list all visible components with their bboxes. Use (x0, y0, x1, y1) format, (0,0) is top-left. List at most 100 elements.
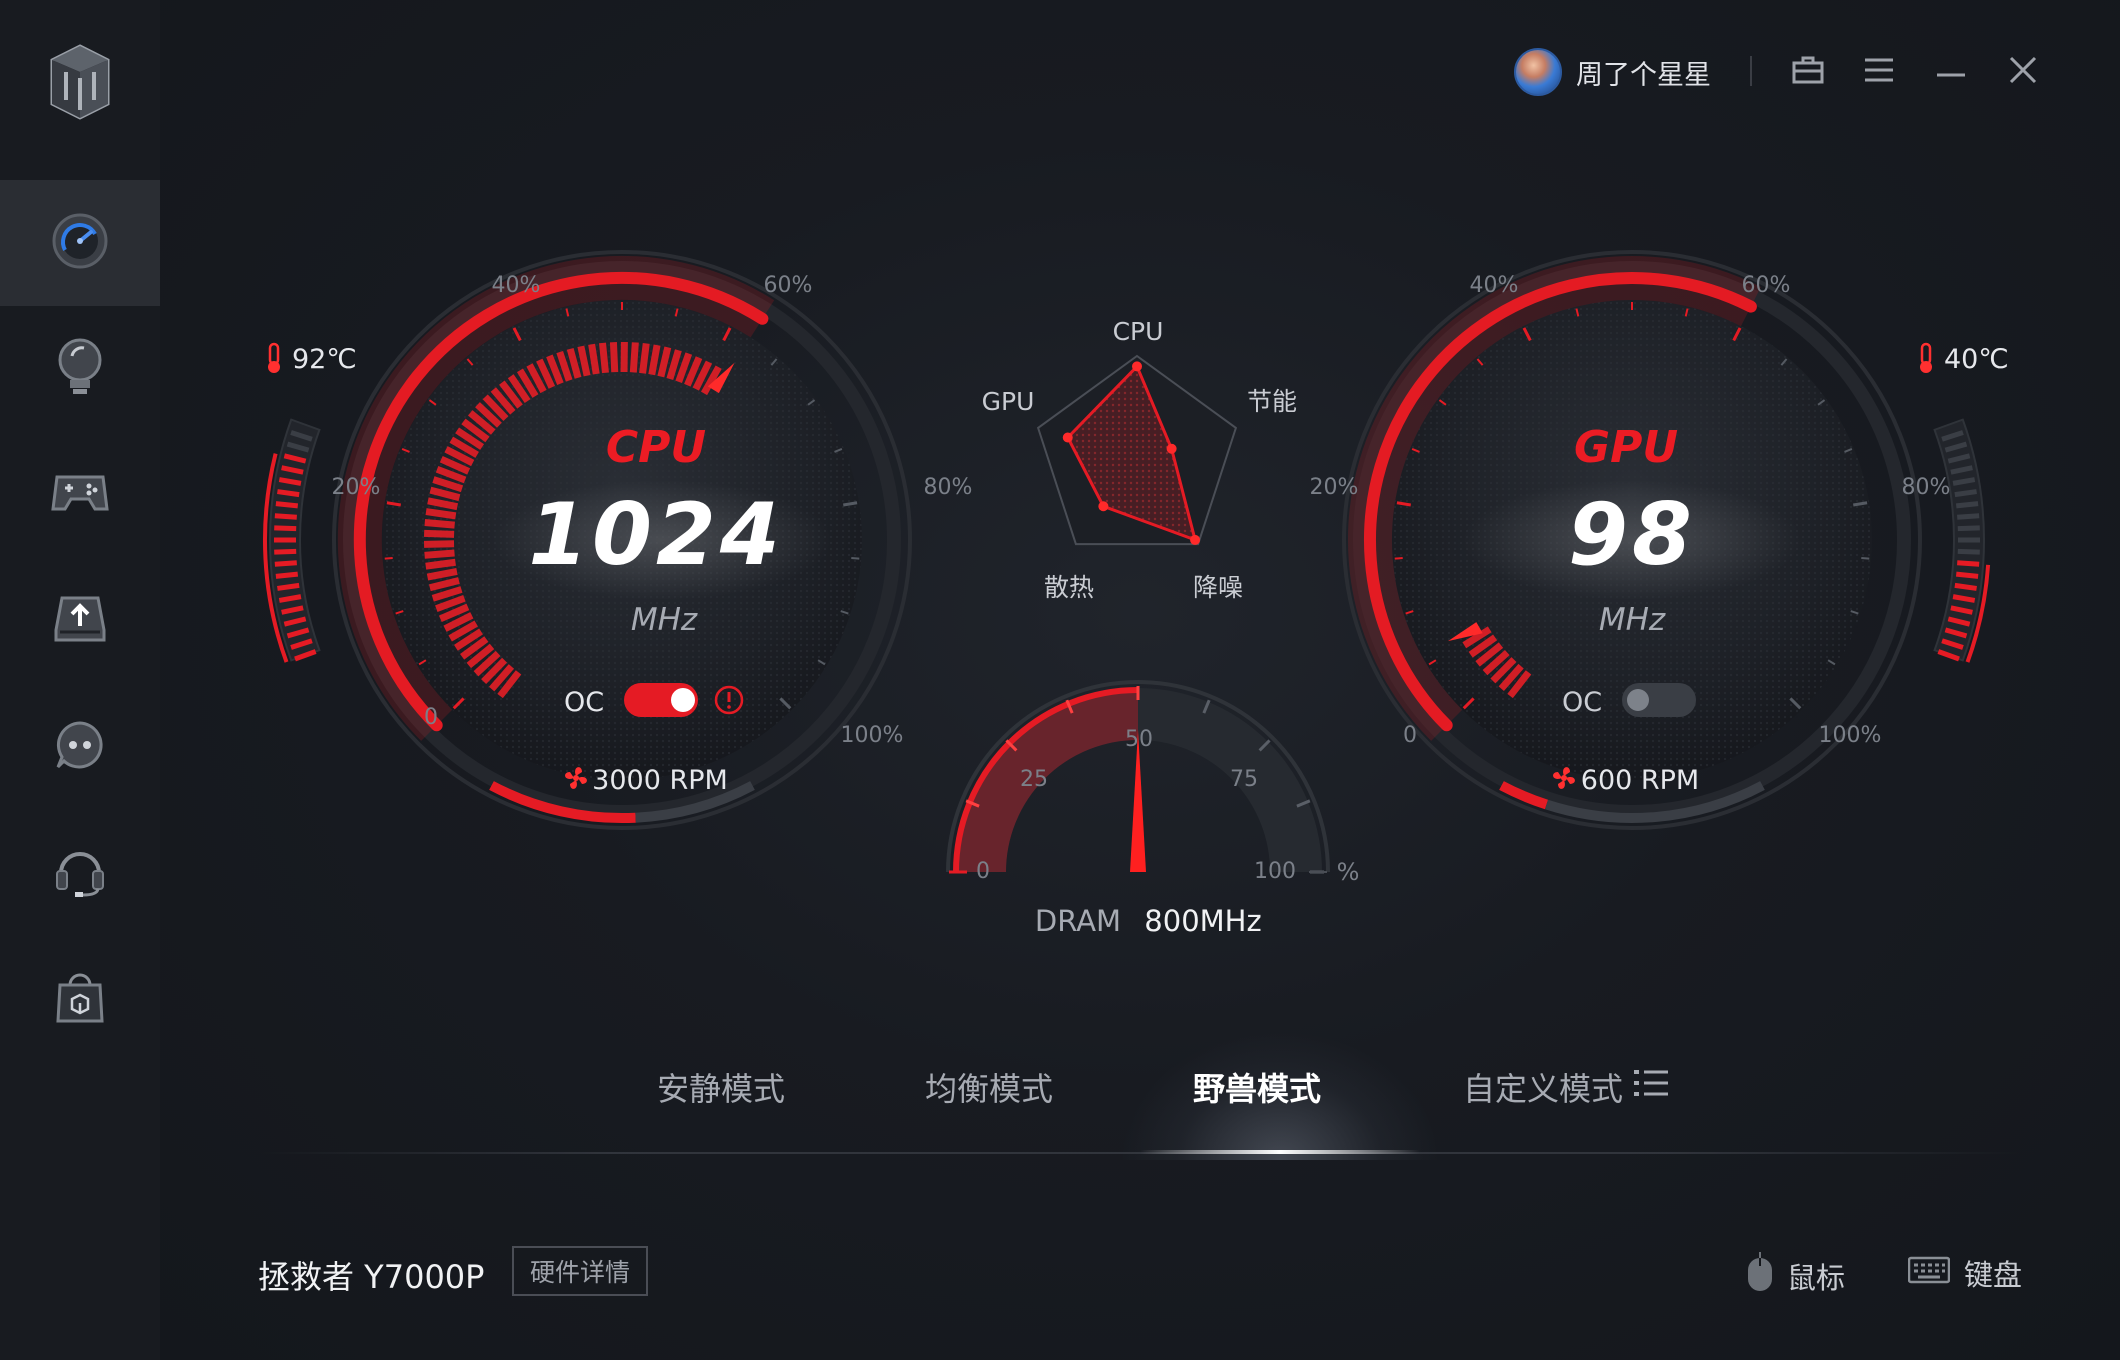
cpu-temp-segment (277, 582, 300, 591)
radar-point (1062, 432, 1073, 443)
radar-label-power-saving: 节能 (1247, 387, 1297, 416)
gpu-tick-0: 0 (1403, 723, 1417, 748)
cpu-value: 1024 (528, 485, 783, 585)
gpu-temperature: 40℃ (1944, 344, 2009, 375)
cpu-tick-mark (851, 557, 860, 560)
radar-label-cooling: 散热 (1044, 573, 1094, 602)
device-model: 拯救者 Y7000P (258, 1258, 485, 1296)
cpu-segment (424, 549, 455, 559)
gpu-value: 98 (1568, 485, 1696, 585)
mode-quiet[interactable]: 安静模式 (657, 1064, 785, 1110)
gpu-oc-toggle[interactable] (1622, 683, 1696, 717)
cpu-oc-toggle[interactable] (624, 683, 698, 717)
dram-percent-symbol: % (1337, 858, 1360, 886)
cpu-segment (423, 540, 455, 548)
thermometer-icon (268, 342, 280, 373)
dram-tick-100: 100 (1254, 859, 1296, 884)
cpu-temp-segment (274, 560, 297, 567)
cpu-unit: MHz (631, 602, 698, 638)
gpu-tick-100: 100% (1819, 723, 1882, 748)
thermometer-icon (1920, 342, 1932, 373)
gpu-temp-bar (1933, 418, 1991, 663)
cpu-tick-0: 0 (424, 705, 438, 730)
gpu-temp-segment (1954, 489, 1977, 498)
cpu-tick-mark (384, 557, 393, 560)
cpu-temp-segment (274, 525, 297, 532)
gpu-temp-segment (1957, 560, 1980, 567)
mode-beast[interactable]: 野兽模式 (1193, 1064, 1321, 1110)
gpu-gauge: GPU 98 MHz OC 600 RPM 40℃ 0 20% 40% 60% … (1310, 250, 2009, 830)
cpu-temp-segment (275, 571, 299, 579)
performance-gauges: CPU 1024 MHz OC 3000 RPM 92℃ 0 20% 40% 6… (262, 250, 2009, 938)
gpu-tick-60: 60% (1742, 273, 1791, 298)
dram-tick-0: 0 (976, 859, 990, 884)
hardware-details-button[interactable]: 硬件详情 (512, 1246, 648, 1296)
mode-custom[interactable]: 自定义模式 (1463, 1064, 1669, 1110)
radar-label-gpu: GPU (982, 387, 1035, 416)
gpu-label: GPU (1574, 422, 1678, 473)
mouse-label: 鼠标 (1787, 1260, 1846, 1295)
radar-point (1098, 501, 1109, 512)
cpu-gauge: CPU 1024 MHz OC 3000 RPM 92℃ 0 20% 40% 6… (262, 250, 973, 830)
dram-label: DRAM (1035, 904, 1121, 938)
gpu-temp-segment (1954, 582, 1977, 591)
mouse-icon (1747, 1252, 1773, 1299)
keyboard-settings-link[interactable]: 键盘 (1907, 1252, 2023, 1294)
gpu-tick-mark (1861, 557, 1870, 560)
keyboard-icon (1907, 1256, 1951, 1291)
performance-radar-chart: CPU 节能 降噪 散热 GPU (982, 317, 1297, 602)
mode-custom-label: 自定义模式 (1463, 1070, 1624, 1108)
gpu-temp-segment (1955, 501, 1979, 509)
dram-tick-50: 50 (1125, 727, 1153, 752)
gpu-oc-label: OC (1562, 687, 1602, 718)
cpu-segment (639, 343, 650, 374)
gpu-tick-40: 40% (1470, 273, 1519, 298)
cpu-temp-segment (274, 548, 297, 555)
cpu-segment (424, 518, 455, 529)
dram-tick-75: 75 (1230, 767, 1258, 792)
cpu-segment (588, 343, 600, 375)
radar-point (1166, 443, 1177, 454)
cpu-segment (425, 558, 456, 570)
cpu-tick-40: 40% (492, 273, 541, 298)
cpu-oc-label: OC (564, 687, 604, 718)
gpu-unit: MHz (1599, 602, 1666, 638)
keyboard-label: 键盘 (1964, 1258, 2023, 1292)
cpu-segment (599, 342, 609, 374)
gpu-temp-segment (1955, 571, 1979, 579)
dram-gauge: 0 25 50 75 100 % DRAM 800MHz (946, 680, 1360, 938)
cpu-tick-60: 60% (764, 273, 813, 298)
cpu-segment (423, 529, 455, 538)
cpu-temp-segment (274, 513, 297, 520)
cpu-fan-speed: 3000 RPM (592, 765, 728, 796)
gpu-fan-speed: 600 RPM (1581, 765, 1699, 796)
dram-value: 800MHz (1144, 904, 1261, 938)
cpu-temperature: 92℃ (292, 344, 357, 375)
radar-point (1190, 534, 1201, 545)
cpu-segment (425, 508, 457, 520)
cpu-tick-100: 100% (841, 723, 904, 748)
mouse-settings-link[interactable]: 鼠标 (1747, 1252, 1845, 1299)
gpu-temp-segment (1957, 513, 1980, 520)
gpu-tick-80: 80% (1902, 475, 1951, 500)
cpu-segment (609, 342, 619, 373)
list-settings-icon[interactable] (1633, 1067, 1669, 1107)
cpu-tick-80: 80% (924, 475, 973, 500)
gpu-oc-toggle-knob[interactable] (1627, 689, 1649, 711)
gpu-tick-mark (1394, 557, 1403, 560)
radar-point (1132, 361, 1142, 372)
gpu-temp-segment (1957, 548, 1980, 555)
radar-label-cpu: CPU (1113, 317, 1164, 346)
cpu-oc-toggle-knob[interactable] (671, 688, 695, 712)
radar-label-noise-reduction: 降噪 (1193, 573, 1243, 602)
mode-balanced[interactable]: 均衡模式 (925, 1064, 1053, 1110)
dram-tick-25: 25 (1020, 767, 1048, 792)
cpu-label: CPU (606, 422, 706, 473)
gpu-temp-segment (1957, 525, 1980, 532)
cpu-temp-bar (262, 418, 321, 663)
gpu-tick-20: 20% (1310, 475, 1359, 500)
active-mode-indicator (1140, 1150, 1420, 1154)
cpu-temp-segment (277, 489, 300, 498)
cpu-temp-segment (275, 501, 299, 509)
cpu-segment (629, 342, 639, 373)
